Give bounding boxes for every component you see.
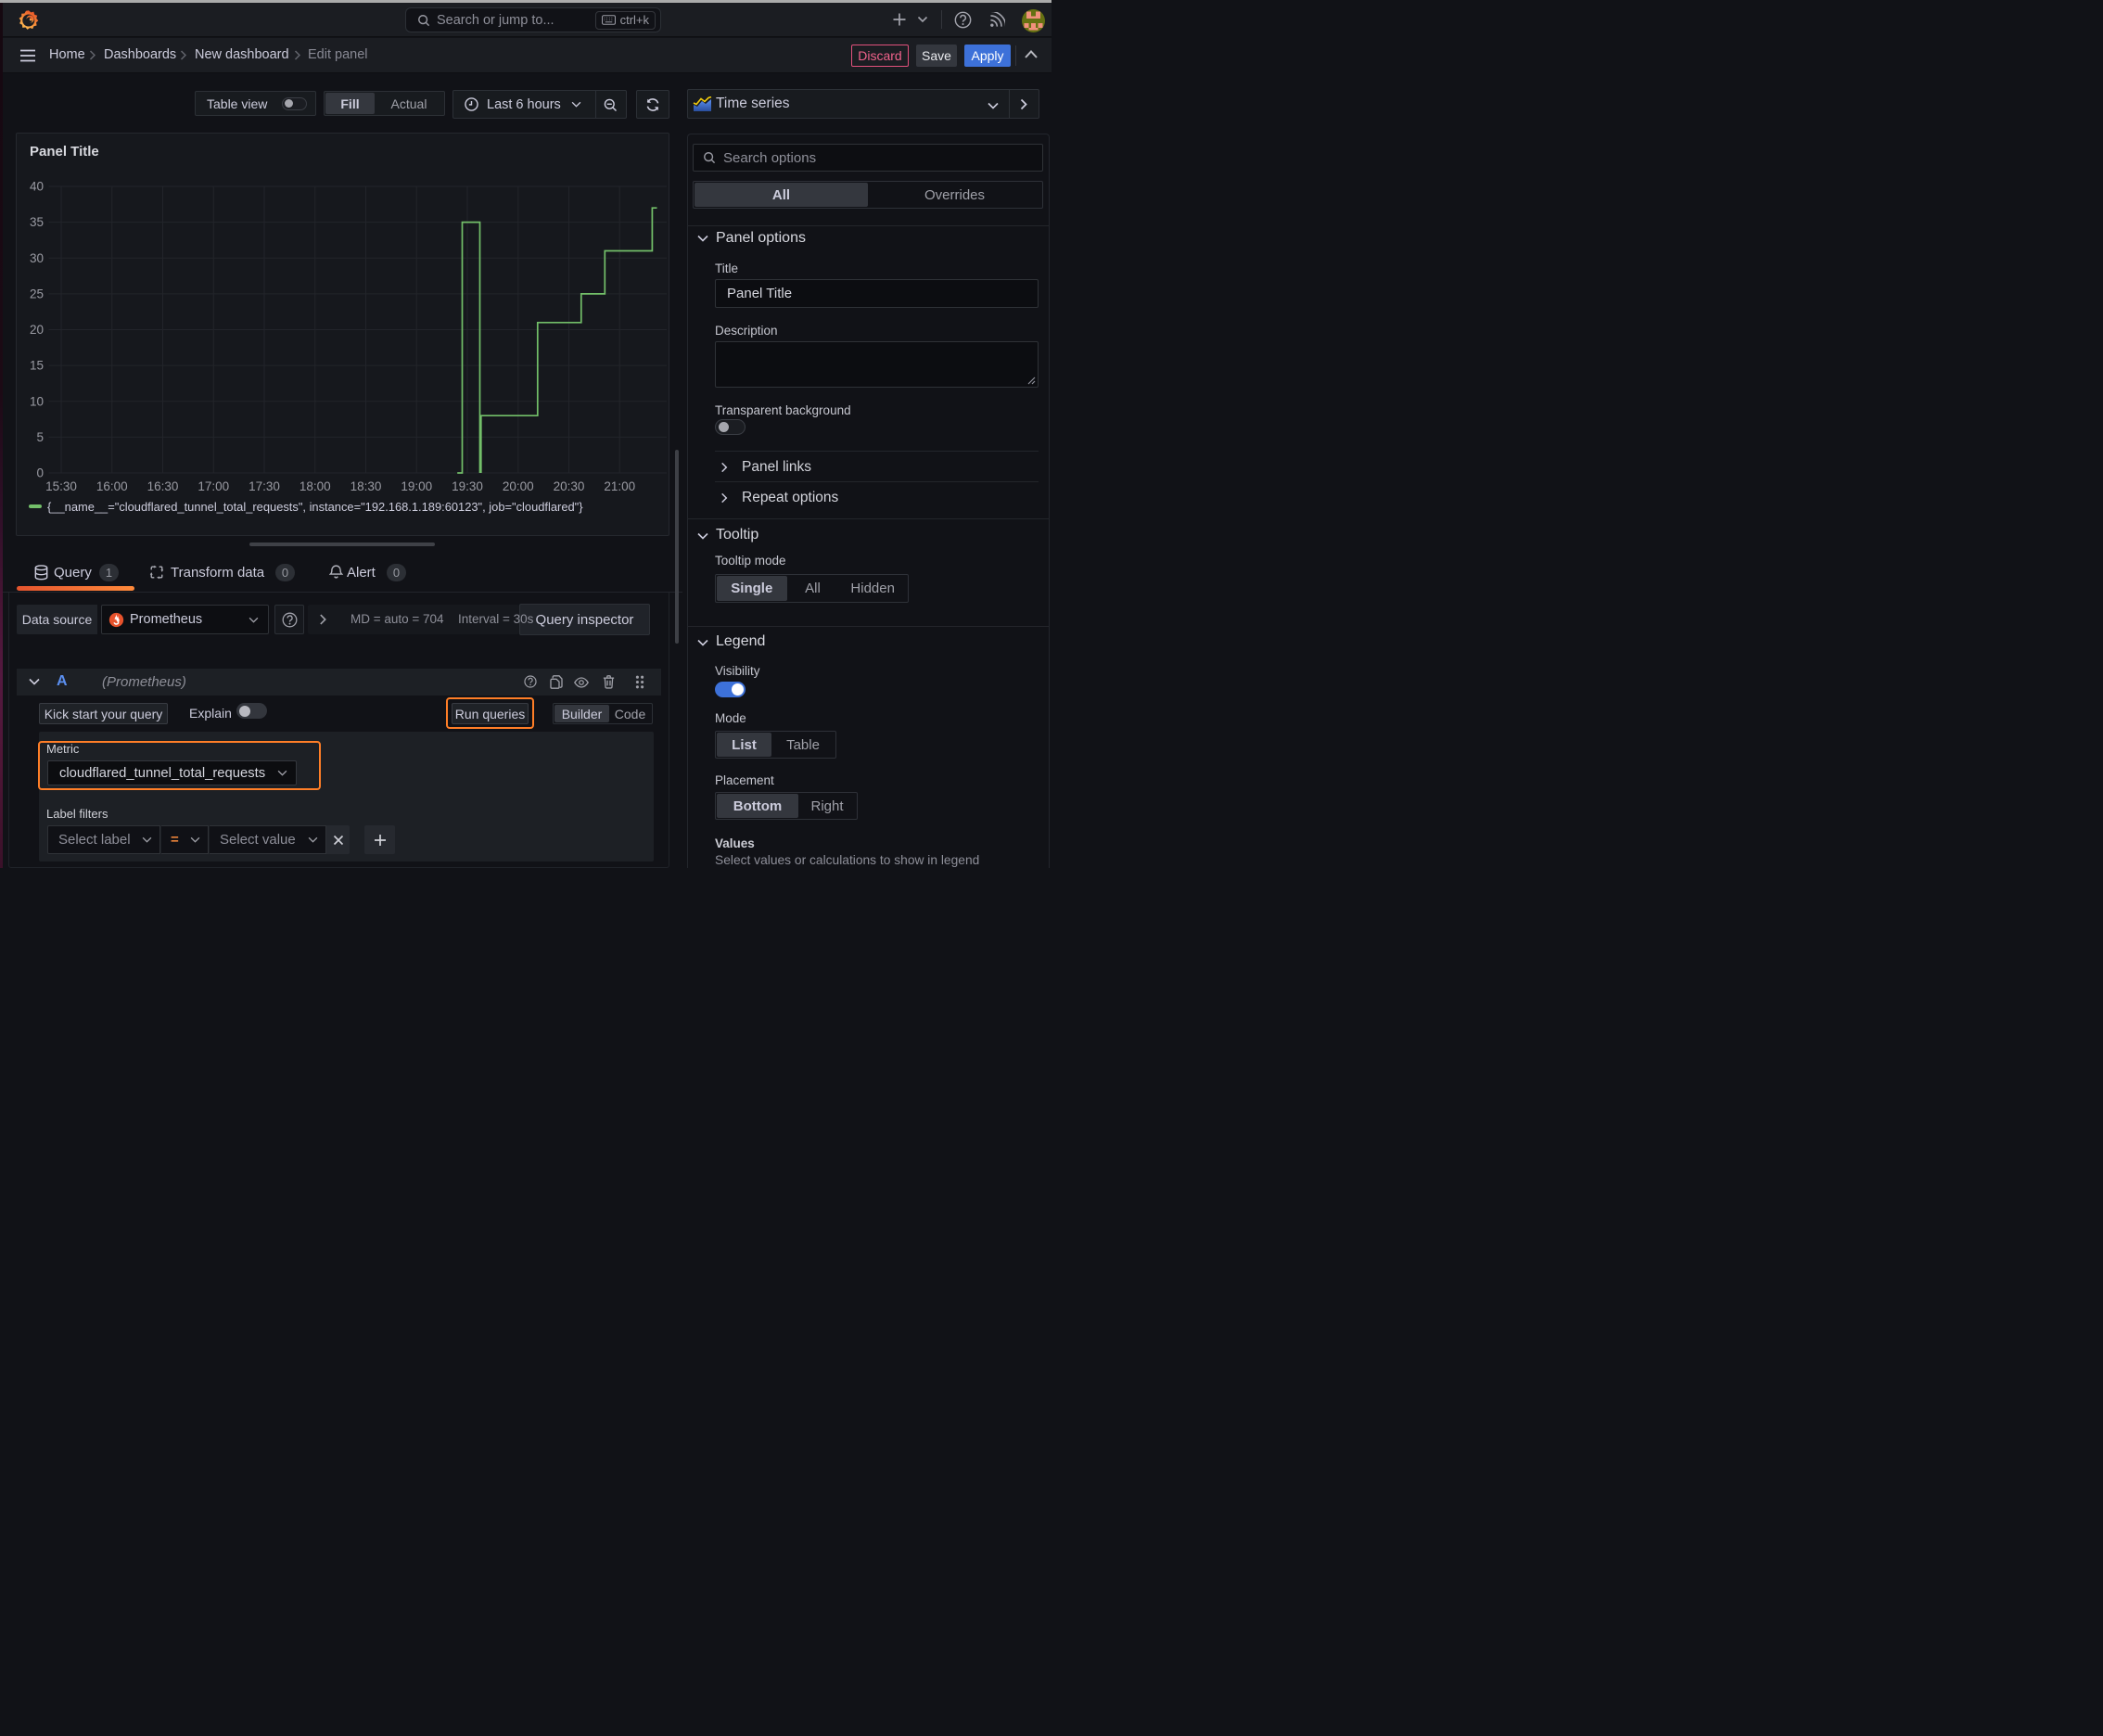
svg-text:10: 10 [30,394,44,408]
svg-text:16:30: 16:30 [147,479,179,493]
svg-text:18:00: 18:00 [300,479,331,493]
svg-text:15:30: 15:30 [45,479,77,493]
svg-text:18:30: 18:30 [350,479,382,493]
svg-text:20:00: 20:00 [503,479,534,493]
svg-text:21:00: 21:00 [604,479,635,493]
svg-text:16:00: 16:00 [96,479,128,493]
svg-text:20:30: 20:30 [554,479,585,493]
svg-text:20: 20 [30,323,44,337]
svg-text:35: 35 [30,215,44,229]
svg-text:25: 25 [30,287,44,300]
svg-text:0: 0 [36,466,44,480]
svg-text:17:00: 17:00 [198,479,229,493]
svg-text:19:00: 19:00 [401,479,432,493]
svg-text:17:30: 17:30 [249,479,280,493]
svg-text:15: 15 [30,359,44,373]
svg-text:30: 30 [30,251,44,265]
svg-text:5: 5 [36,430,44,444]
svg-text:40: 40 [30,180,44,194]
svg-text:19:30: 19:30 [452,479,483,493]
